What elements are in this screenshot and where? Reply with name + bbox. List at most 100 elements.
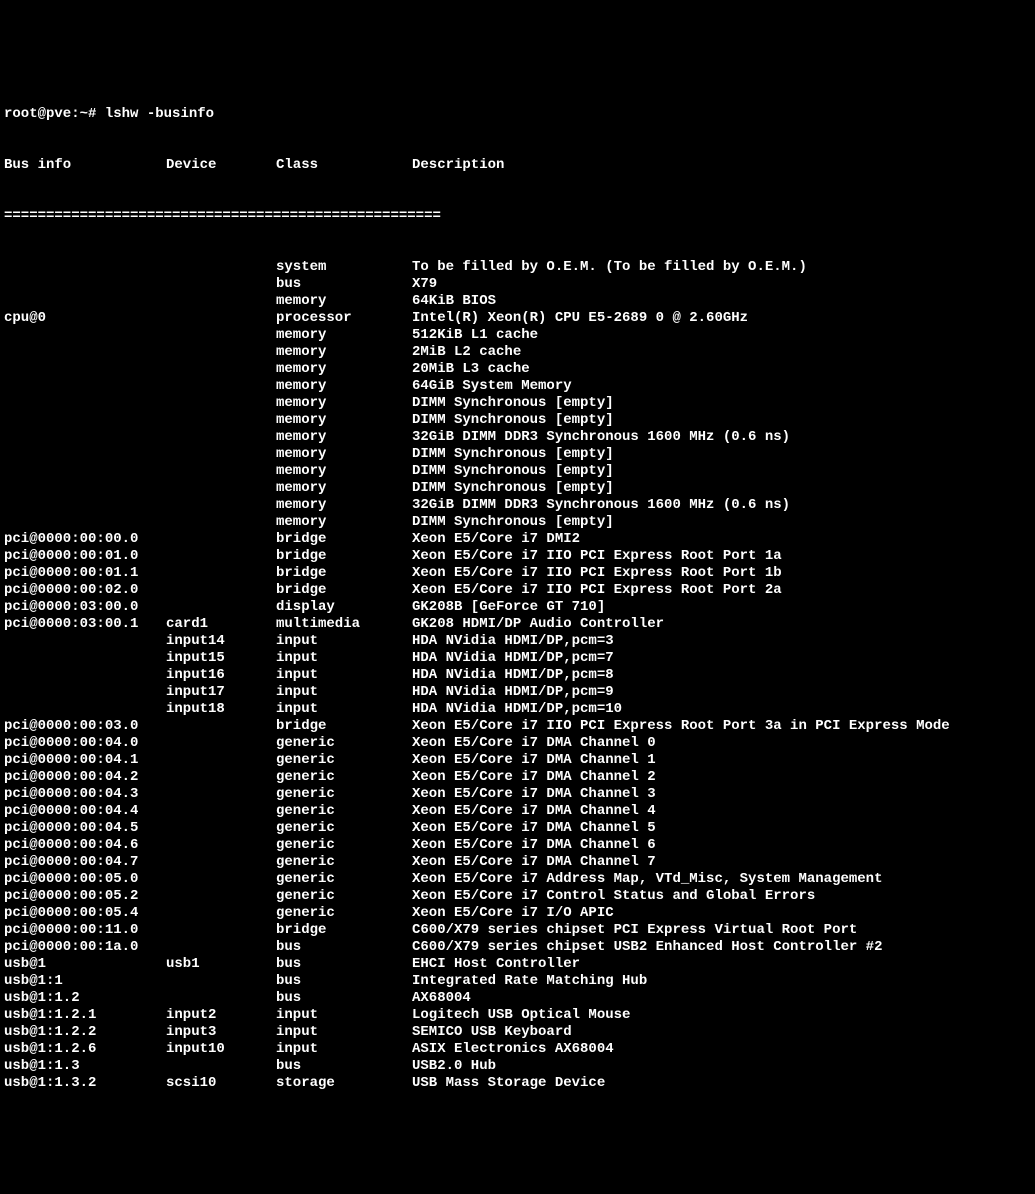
cell-class: bus bbox=[276, 276, 412, 293]
cell-description: HDA NVidia HDMI/DP,pcm=9 bbox=[412, 684, 1031, 701]
cell-device bbox=[166, 565, 276, 582]
cell-device: input16 bbox=[166, 667, 276, 684]
table-row: input15inputHDA NVidia HDMI/DP,pcm=7 bbox=[4, 650, 1031, 667]
cell-device: input14 bbox=[166, 633, 276, 650]
cell-device bbox=[166, 310, 276, 327]
cell-bus bbox=[4, 276, 166, 293]
table-row: pci@0000:00:01.0bridgeXeon E5/Core i7 II… bbox=[4, 548, 1031, 565]
table-row: pci@0000:00:1a.0busC600/X79 series chips… bbox=[4, 939, 1031, 956]
table-row: pci@0000:03:00.1card1multimediaGK208 HDM… bbox=[4, 616, 1031, 633]
cell-bus bbox=[4, 633, 166, 650]
table-row: memoryDIMM Synchronous [empty] bbox=[4, 514, 1031, 531]
table-row: usb@1:1.2.2input3inputSEMICO USB Keyboar… bbox=[4, 1024, 1031, 1041]
cell-class: bus bbox=[276, 990, 412, 1007]
cell-class: storage bbox=[276, 1075, 412, 1092]
cell-device bbox=[166, 837, 276, 854]
header-device: Device bbox=[166, 157, 276, 174]
cell-class: generic bbox=[276, 735, 412, 752]
cell-bus: pci@0000:00:05.2 bbox=[4, 888, 166, 905]
cell-description: Xeon E5/Core i7 DMA Channel 5 bbox=[412, 820, 1031, 837]
table-row: memoryDIMM Synchronous [empty] bbox=[4, 463, 1031, 480]
cell-device: input15 bbox=[166, 650, 276, 667]
shell-prompt: root@pve:~# bbox=[4, 106, 105, 123]
prompt-line: root@pve:~# lshw -businfo bbox=[4, 106, 1031, 123]
cell-description: Xeon E5/Core i7 DMA Channel 0 bbox=[412, 735, 1031, 752]
table-row: pci@0000:00:04.6genericXeon E5/Core i7 D… bbox=[4, 837, 1031, 854]
cell-description: Logitech USB Optical Mouse bbox=[412, 1007, 1031, 1024]
cell-bus: pci@0000:00:04.0 bbox=[4, 735, 166, 752]
table-row: usb@1:1.2.6input10inputASIX Electronics … bbox=[4, 1041, 1031, 1058]
cell-class: input bbox=[276, 667, 412, 684]
cell-bus bbox=[4, 361, 166, 378]
cell-class: generic bbox=[276, 888, 412, 905]
cell-device: input3 bbox=[166, 1024, 276, 1041]
header-description: Description bbox=[412, 157, 1031, 174]
cell-device bbox=[166, 293, 276, 310]
cell-description: 2MiB L2 cache bbox=[412, 344, 1031, 361]
cell-bus bbox=[4, 429, 166, 446]
cell-description: USB Mass Storage Device bbox=[412, 1075, 1031, 1092]
cell-device bbox=[166, 786, 276, 803]
table-row: pci@0000:00:04.1genericXeon E5/Core i7 D… bbox=[4, 752, 1031, 769]
table-row: pci@0000:00:11.0bridgeC600/X79 series ch… bbox=[4, 922, 1031, 939]
cell-class: generic bbox=[276, 786, 412, 803]
cell-device bbox=[166, 276, 276, 293]
cell-bus: usb@1:1.3.2 bbox=[4, 1075, 166, 1092]
cell-description: HDA NVidia HDMI/DP,pcm=8 bbox=[412, 667, 1031, 684]
cell-description: 20MiB L3 cache bbox=[412, 361, 1031, 378]
cell-description: 32GiB DIMM DDR3 Synchronous 1600 MHz (0.… bbox=[412, 429, 1031, 446]
table-row: pci@0000:00:04.2genericXeon E5/Core i7 D… bbox=[4, 769, 1031, 786]
cell-device bbox=[166, 718, 276, 735]
cell-bus bbox=[4, 446, 166, 463]
table-row: input17inputHDA NVidia HDMI/DP,pcm=9 bbox=[4, 684, 1031, 701]
table-row: pci@0000:00:03.0bridgeXeon E5/Core i7 II… bbox=[4, 718, 1031, 735]
cell-bus: pci@0000:00:04.4 bbox=[4, 803, 166, 820]
cell-device: scsi10 bbox=[166, 1075, 276, 1092]
cell-description: GK208 HDMI/DP Audio Controller bbox=[412, 616, 1031, 633]
table-row: pci@0000:00:05.4genericXeon E5/Core i7 I… bbox=[4, 905, 1031, 922]
cell-bus: pci@0000:00:01.1 bbox=[4, 565, 166, 582]
cell-bus: usb@1:1.2.1 bbox=[4, 1007, 166, 1024]
cell-device bbox=[166, 463, 276, 480]
cell-bus bbox=[4, 259, 166, 276]
cell-description: Integrated Rate Matching Hub bbox=[412, 973, 1031, 990]
command-text: lshw -businfo bbox=[105, 106, 214, 123]
cell-bus bbox=[4, 667, 166, 684]
cell-class: bus bbox=[276, 939, 412, 956]
cell-bus bbox=[4, 514, 166, 531]
cell-bus bbox=[4, 412, 166, 429]
cell-device bbox=[166, 480, 276, 497]
cell-description: Xeon E5/Core i7 Address Map, VTd_Misc, S… bbox=[412, 871, 1031, 888]
cell-description: Xeon E5/Core i7 IIO PCI Express Root Por… bbox=[412, 582, 1031, 599]
cell-class: generic bbox=[276, 905, 412, 922]
table-row: memory64GiB System Memory bbox=[4, 378, 1031, 395]
cell-bus: pci@0000:00:04.2 bbox=[4, 769, 166, 786]
cell-device bbox=[166, 378, 276, 395]
cell-class: bridge bbox=[276, 718, 412, 735]
cell-class: input bbox=[276, 1024, 412, 1041]
cell-bus: usb@1:1.2.2 bbox=[4, 1024, 166, 1041]
cell-bus: cpu@0 bbox=[4, 310, 166, 327]
cell-bus bbox=[4, 497, 166, 514]
cell-device bbox=[166, 922, 276, 939]
cell-device bbox=[166, 327, 276, 344]
cell-bus: pci@0000:00:02.0 bbox=[4, 582, 166, 599]
cell-class: input bbox=[276, 1041, 412, 1058]
cell-description: Xeon E5/Core i7 DMA Channel 4 bbox=[412, 803, 1031, 820]
cell-bus: pci@0000:03:00.0 bbox=[4, 599, 166, 616]
cell-bus bbox=[4, 378, 166, 395]
cell-class: memory bbox=[276, 395, 412, 412]
cell-class: bus bbox=[276, 956, 412, 973]
cell-class: bus bbox=[276, 1058, 412, 1075]
cell-class: input bbox=[276, 1007, 412, 1024]
terminal-output[interactable]: root@pve:~# lshw -businfo Bus infoDevice… bbox=[4, 72, 1031, 1109]
cell-class: bus bbox=[276, 973, 412, 990]
cell-bus: pci@0000:00:04.6 bbox=[4, 837, 166, 854]
table-row: pci@0000:00:05.2genericXeon E5/Core i7 C… bbox=[4, 888, 1031, 905]
cell-description: DIMM Synchronous [empty] bbox=[412, 514, 1031, 531]
cell-class: memory bbox=[276, 514, 412, 531]
cell-device bbox=[166, 531, 276, 548]
separator-row: ========================================… bbox=[4, 208, 1031, 225]
cell-description: AX68004 bbox=[412, 990, 1031, 1007]
cell-description: HDA NVidia HDMI/DP,pcm=7 bbox=[412, 650, 1031, 667]
